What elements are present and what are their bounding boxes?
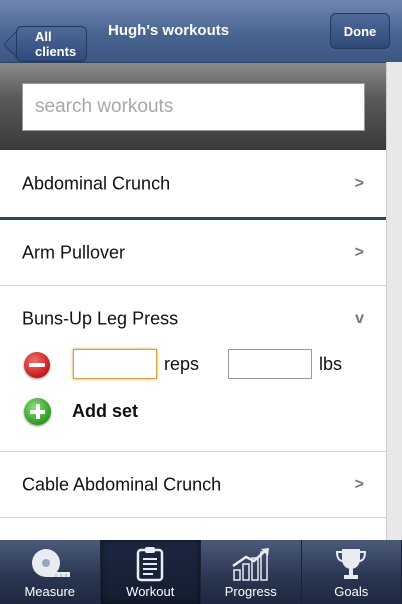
workout-name: Arm Pullover <box>22 242 126 262</box>
tab-label: Workout <box>126 584 175 599</box>
tab-measure[interactable]: Measure <box>0 540 101 604</box>
tab-progress[interactable]: Progress <box>201 540 302 604</box>
workout-list: Abdominal Crunch > Arm Pullover > Buns-U… <box>0 150 386 584</box>
workout-row-arm-pullover[interactable]: Arm Pullover > <box>0 220 386 286</box>
workout-name: Cable Abdominal Crunch <box>22 474 222 494</box>
nav-bar: All clients Hugh's workouts Done <box>0 0 402 63</box>
search-bar <box>0 63 386 150</box>
tab-label: Goals <box>334 584 369 599</box>
reps-label: reps <box>164 354 200 374</box>
add-set-icon[interactable] <box>24 398 51 425</box>
tab-goals[interactable]: Goals <box>302 540 402 604</box>
done-button[interactable]: Done <box>330 13 390 49</box>
workout-row-abdominal-crunch[interactable]: Abdominal Crunch > <box>0 150 386 220</box>
tab-label: Measure <box>24 584 76 599</box>
chevron-right-icon: > <box>354 243 364 261</box>
lbs-input[interactable] <box>228 349 312 379</box>
chart-arrow-icon <box>232 548 269 581</box>
tape-measure-icon <box>31 549 70 577</box>
chevron-right-icon: > <box>354 174 364 192</box>
tab-bar: Measure Workout Progress Goals <box>0 540 402 604</box>
tab-workout[interactable]: Workout <box>100 540 201 604</box>
clipboard-icon <box>137 547 164 582</box>
search-input[interactable] <box>22 83 365 131</box>
all-clients-back-button[interactable]: All clients <box>16 26 88 62</box>
chevron-down-icon[interactable]: v <box>355 310 364 328</box>
back-button-label: All clients <box>35 29 77 59</box>
tab-label: Progress <box>224 584 277 599</box>
lbs-label: lbs <box>319 354 343 374</box>
trophy-icon <box>336 549 367 579</box>
done-button-label: Done <box>343 23 377 39</box>
workout-row-buns-up-leg-press[interactable]: Buns-Up Leg Press v reps lbs Add set <box>0 286 386 452</box>
scrollbar-track[interactable] <box>386 62 402 540</box>
workout-name: Buns-Up Leg Press <box>22 308 179 329</box>
add-set-label: Add set <box>72 401 139 421</box>
workout-name: Abdominal Crunch <box>22 173 171 193</box>
set-entry-row: reps lbs <box>22 349 372 383</box>
page-title: Hugh's workouts <box>108 22 230 39</box>
add-set-button[interactable]: Add set <box>22 396 222 430</box>
chevron-right-icon: > <box>354 475 364 493</box>
workout-row-cable-abdominal-crunch[interactable]: Cable Abdominal Crunch > <box>0 452 386 518</box>
remove-set-icon[interactable] <box>24 352 50 378</box>
reps-input[interactable] <box>73 349 157 379</box>
